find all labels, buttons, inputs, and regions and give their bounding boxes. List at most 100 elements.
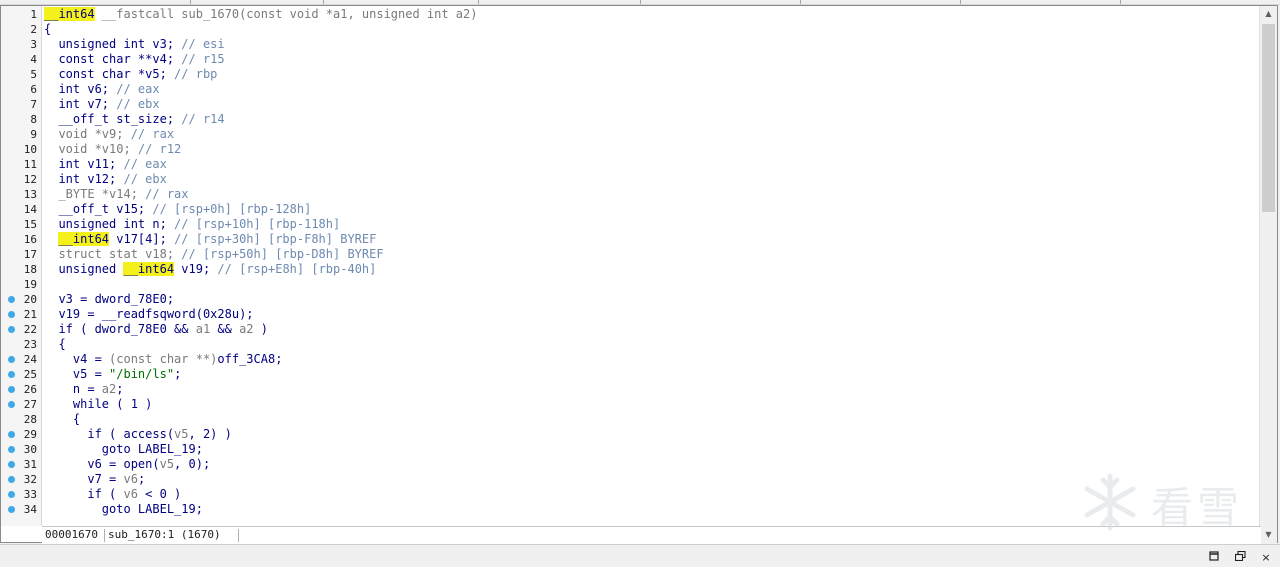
- code-token[interactable]: ): [254, 322, 268, 336]
- code-token[interactable]: goto LABEL_19;: [44, 502, 203, 516]
- float-icon[interactable]: [1232, 550, 1248, 565]
- code-line[interactable]: 34 goto LABEL_19;: [1, 502, 1261, 517]
- code-token[interactable]: __off_t st_size;: [44, 112, 181, 126]
- code-token[interactable]: v4 =: [44, 352, 109, 366]
- code-line[interactable]: 6 int v6; // eax: [1, 82, 1261, 97]
- code-token[interactable]: n =: [44, 382, 102, 396]
- code-line[interactable]: 12 int v12; // ebx: [1, 172, 1261, 187]
- code-text[interactable]: if ( access(v5, 2) ): [44, 427, 232, 442]
- code-line[interactable]: 22 if ( dword_78E0 && a1 && a2 ): [1, 322, 1261, 337]
- scroll-up-arrow-icon[interactable]: ▲: [1260, 6, 1277, 22]
- code-line[interactable]: 3 unsigned int v3; // esi: [1, 37, 1261, 52]
- code-text[interactable]: v5 = "/bin/ls";: [44, 367, 181, 382]
- code-line[interactable]: 8 __off_t st_size; // r14: [1, 112, 1261, 127]
- code-line[interactable]: 29 if ( access(v5, 2) ): [1, 427, 1261, 442]
- code-token[interactable]: void *v10;: [44, 142, 138, 156]
- code-line[interactable]: 10 void *v10; // r12: [1, 142, 1261, 157]
- code-line[interactable]: 27 while ( 1 ): [1, 397, 1261, 412]
- code-token[interactable]: __off_t v15;: [44, 202, 152, 216]
- code-line[interactable]: 18 unsigned __int64 v19; // [rsp+E8h] [r…: [1, 262, 1261, 277]
- code-token[interactable]: v6 = open(: [44, 457, 159, 471]
- code-text[interactable]: unsigned int v3; // esi: [44, 37, 224, 52]
- code-token[interactable]: {: [44, 337, 65, 351]
- code-token[interactable]: // rax: [145, 187, 188, 201]
- code-token[interactable]: // r12: [138, 142, 181, 156]
- code-token[interactable]: v17[4];: [109, 232, 174, 246]
- code-token[interactable]: void *v9;: [44, 127, 131, 141]
- code-text[interactable]: void *v10; // r12: [44, 142, 181, 157]
- code-text[interactable]: v4 = (const char **)off_3CA8;: [44, 352, 283, 367]
- code-text[interactable]: __int64 v17[4]; // [rsp+30h] [rbp-F8h] B…: [44, 232, 376, 247]
- code-text[interactable]: unsigned __int64 v19; // [rsp+E8h] [rbp-…: [44, 262, 376, 277]
- code-token[interactable]: // r15: [181, 52, 224, 66]
- code-token[interactable]: ;: [174, 367, 181, 381]
- code-text[interactable]: v19 = __readfsqword(0x28u);: [44, 307, 253, 322]
- code-token[interactable]: _BYTE *v14;: [44, 187, 145, 201]
- code-line[interactable]: 24 v4 = (const char **)off_3CA8;: [1, 352, 1261, 367]
- code-text[interactable]: while ( 1 ): [44, 397, 152, 412]
- code-text[interactable]: __int64 __fastcall sub_1670(const void *…: [44, 7, 477, 22]
- code-token[interactable]: // [rsp+50h] [rbp-D8h] BYREF: [181, 247, 383, 261]
- code-token[interactable]: v6: [123, 472, 137, 486]
- code-line[interactable]: 26 n = a2;: [1, 382, 1261, 397]
- code-token[interactable]: const char *v5;: [44, 67, 174, 81]
- code-token[interactable]: < 0 ): [138, 487, 181, 501]
- code-token[interactable]: &&: [210, 322, 239, 336]
- code-text[interactable]: __off_t st_size; // r14: [44, 112, 224, 127]
- code-text[interactable]: n = a2;: [44, 382, 124, 397]
- code-text[interactable]: __off_t v15; // [rsp+0h] [rbp-128h]: [44, 202, 311, 217]
- code-line[interactable]: 15 unsigned int n; // [rsp+10h] [rbp-118…: [1, 217, 1261, 232]
- code-token[interactable]: goto LABEL_19;: [44, 442, 203, 456]
- code-token[interactable]: // ebx: [123, 172, 166, 186]
- code-token[interactable]: // [rsp+0h] [rbp-128h]: [152, 202, 311, 216]
- code-text[interactable]: int v7; // ebx: [44, 97, 159, 112]
- code-token[interactable]: v6: [123, 487, 137, 501]
- code-line[interactable]: 13 _BYTE *v14; // rax: [1, 187, 1261, 202]
- code-token[interactable]: {: [44, 412, 80, 426]
- vertical-scrollbar[interactable]: ▲ ▼: [1259, 6, 1277, 543]
- code-token[interactable]: unsigned int v3;: [44, 37, 181, 51]
- code-line[interactable]: 1 __int64 __fastcall sub_1670(const void …: [1, 7, 1261, 22]
- code-text[interactable]: if ( dword_78E0 && a1 && a2 ): [44, 322, 268, 337]
- highlighted-token[interactable]: __int64: [58, 232, 110, 246]
- code-token[interactable]: // rax: [131, 127, 174, 141]
- code-token[interactable]: while ( 1 ): [44, 397, 152, 411]
- code-token[interactable]: v7 =: [44, 472, 123, 486]
- code-token[interactable]: // eax: [116, 82, 159, 96]
- code-token[interactable]: // [rsp+10h] [rbp-118h]: [174, 217, 340, 231]
- code-token[interactable]: const char **v4;: [44, 52, 181, 66]
- code-token[interactable]: v19 = __readfsqword(0x28u);: [44, 307, 253, 321]
- code-text[interactable]: const char *v5; // rbp: [44, 67, 217, 82]
- code-line[interactable]: 28 {: [1, 412, 1261, 427]
- code-token[interactable]: // rbp: [174, 67, 217, 81]
- code-token[interactable]: v5: [174, 427, 188, 441]
- code-line[interactable]: 11 int v11; // eax: [1, 157, 1261, 172]
- code-line[interactable]: 30 goto LABEL_19;: [1, 442, 1261, 457]
- code-line[interactable]: 14 __off_t v15; // [rsp+0h] [rbp-128h]: [1, 202, 1261, 217]
- code-line[interactable]: 21 v19 = __readfsqword(0x28u);: [1, 307, 1261, 322]
- code-token[interactable]: if ( dword_78E0 &&: [44, 322, 196, 336]
- code-token[interactable]: // r14: [181, 112, 224, 126]
- code-text[interactable]: v3 = dword_78E0;: [44, 292, 174, 307]
- code-text[interactable]: int v11; // eax: [44, 157, 166, 172]
- code-token[interactable]: if (: [44, 487, 123, 501]
- code-text[interactable]: goto LABEL_19;: [44, 442, 203, 457]
- code-line[interactable]: 33 if ( v6 < 0 ): [1, 487, 1261, 502]
- code-line[interactable]: 16 __int64 v17[4]; // [rsp+30h] [rbp-F8h…: [1, 232, 1261, 247]
- code-token[interactable]: unsigned: [44, 262, 123, 276]
- pseudocode-lines[interactable]: 1 __int64 __fastcall sub_1670(const void …: [1, 6, 1261, 526]
- code-token[interactable]: a1: [196, 322, 210, 336]
- code-token[interactable]: , 2) ): [189, 427, 232, 441]
- code-token[interactable]: ;: [138, 472, 145, 486]
- code-token[interactable]: {: [44, 22, 51, 36]
- code-text[interactable]: if ( v6 < 0 ): [44, 487, 181, 502]
- code-text[interactable]: goto LABEL_19;: [44, 502, 203, 517]
- code-token[interactable]: __fastcall sub_1670(const void *a1, unsi…: [95, 7, 478, 21]
- code-line[interactable]: 9 void *v9; // rax: [1, 127, 1261, 142]
- code-token[interactable]: int v11;: [44, 157, 123, 171]
- code-token[interactable]: // [rsp+E8h] [rbp-40h]: [217, 262, 376, 276]
- code-token[interactable]: ;: [116, 382, 123, 396]
- code-text[interactable]: v7 = v6;: [44, 472, 145, 487]
- code-token[interactable]: (const char **): [109, 352, 217, 366]
- code-line[interactable]: 4 const char **v4; // r15: [1, 52, 1261, 67]
